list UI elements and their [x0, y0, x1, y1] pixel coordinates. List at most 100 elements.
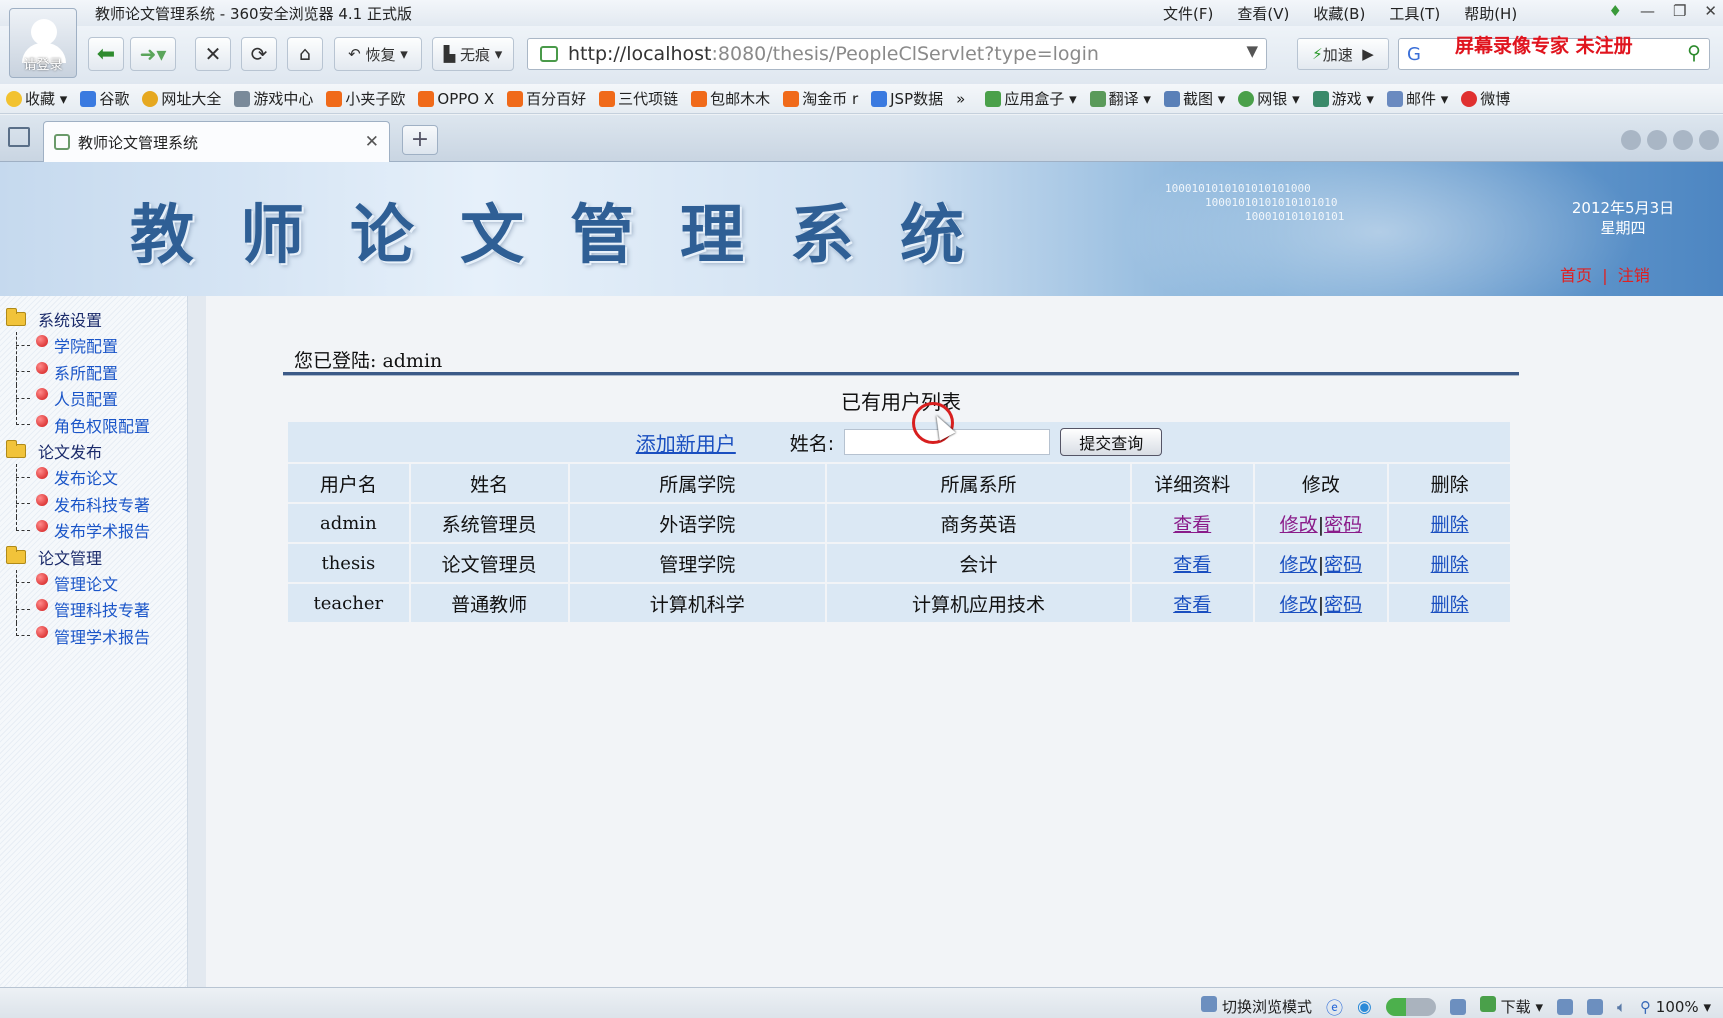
bookmark-screenshot[interactable]: 截图 ▾ — [1163, 88, 1225, 109]
nav-category-publish[interactable]: 论文发布 — [6, 438, 150, 464]
restore-button[interactable]: ↶ 恢复 ▾ — [334, 37, 422, 71]
view-link[interactable]: 查看 — [1173, 554, 1211, 576]
edit-link[interactable]: 修改 — [1280, 594, 1318, 616]
ie-icon[interactable]: ⓔ — [1326, 994, 1343, 1018]
sound-icon[interactable]: 🔈︎ — [1617, 998, 1626, 1016]
maximize-button[interactable]: ❐ — [1673, 2, 1686, 20]
nav-category-manage[interactable]: 论文管理 — [6, 544, 150, 570]
tab-close-all-icon[interactable] — [1699, 130, 1719, 150]
nav-item-publish-paper[interactable]: 发布论文 — [6, 464, 150, 491]
new-tab-button[interactable]: + — [402, 125, 438, 155]
accelerate-toggle-icon[interactable] — [1385, 997, 1436, 1016]
table-header-row: 用户名 姓名 所属学院 所属系所 详细资料 修改 删除 — [288, 464, 1510, 502]
delete-link[interactable]: 删除 — [1431, 554, 1469, 576]
bookmark-google[interactable]: 谷歌 — [80, 88, 129, 109]
cell-college: 计算机科学 — [569, 584, 826, 622]
bookmark-taobao-6[interactable]: 淘金币 r — [783, 88, 858, 109]
menu-view[interactable]: 查看(V) — [1237, 3, 1289, 24]
menu-file[interactable]: 文件(F) — [1163, 3, 1213, 24]
bookmark-favorites[interactable]: 收藏 ▾ — [6, 88, 67, 109]
delete-link[interactable]: 删除 — [1431, 514, 1469, 536]
cell-college: 外语学院 — [569, 504, 826, 542]
browse-mode-toggle[interactable]: 切换浏览模式 — [1201, 996, 1312, 1017]
nav-item-manage-report[interactable]: 管理学术报告 — [6, 622, 150, 650]
address-dropdown-icon[interactable]: ▼ — [1246, 42, 1258, 60]
avatar-head-icon — [31, 19, 57, 45]
password-link[interactable]: 密码 — [1324, 594, 1362, 616]
menu-tools[interactable]: 工具(T) — [1389, 3, 1440, 24]
bookmark-jsp[interactable]: JSP数据 — [871, 88, 943, 109]
bookmark-weibo[interactable]: 微博 — [1461, 88, 1510, 109]
bookmark-translate[interactable]: 翻译 ▾ — [1089, 88, 1151, 109]
minimize-button[interactable]: — — [1640, 2, 1655, 20]
nav-item-college-config[interactable]: 学院配置 — [6, 332, 150, 359]
nav-item-people-config[interactable]: 人员配置 — [6, 385, 150, 412]
site-banner: 1000101010101010101000 10001010101010101… — [0, 162, 1723, 296]
nav-category-system-settings[interactable]: 系统设置 — [6, 306, 150, 332]
globe-icon[interactable]: ◉ — [1357, 997, 1372, 1017]
nav-item-manage-paper[interactable]: 管理论文 — [6, 569, 150, 597]
forward-arrow-icon: ➜▾ — [139, 42, 167, 66]
refresh-button[interactable]: ⟳ — [241, 37, 277, 71]
add-user-link[interactable]: 添加新用户 — [636, 428, 736, 457]
forward-button[interactable]: ➜▾ — [130, 37, 176, 71]
grid-icon[interactable] — [1449, 998, 1466, 1015]
menu-favorites[interactable]: 收藏(B) — [1313, 3, 1365, 24]
search-icon[interactable]: ⚲ — [1687, 42, 1701, 64]
back-button[interactable]: ⬅ — [88, 37, 124, 71]
stop-button[interactable]: ✕ — [195, 37, 231, 71]
bookmark-taobao-5[interactable]: 包邮木木 — [691, 88, 770, 109]
edit-link[interactable]: 修改 — [1280, 514, 1318, 536]
download-button[interactable]: 下载 ▾ — [1479, 996, 1543, 1017]
bookmark-game[interactable]: 游戏 ▾ — [1312, 88, 1374, 109]
menu-help[interactable]: 帮助(H) — [1464, 3, 1517, 24]
bookmark-taobao-1[interactable]: 小夹子欧 — [326, 88, 405, 109]
tab-list-icon[interactable] — [1673, 130, 1693, 150]
bookmark-taobao-2[interactable]: OPPO X — [418, 90, 494, 108]
sidebar-toggle-icon[interactable] — [8, 127, 30, 147]
address-bar[interactable]: http://localhost:8080/thesis/PeopleClSer… — [527, 38, 1267, 70]
password-link[interactable]: 密码 — [1324, 514, 1362, 536]
search-row: 添加新用户 姓名: 提交查询 — [288, 422, 1510, 462]
print-icon[interactable] — [1587, 998, 1603, 1015]
mail-icon — [1386, 90, 1403, 107]
user-login-avatar[interactable]: 请登录 — [9, 8, 77, 78]
nav-item-publish-report[interactable]: 发布学术报告 — [6, 517, 150, 544]
search-engine-icon[interactable]: G — [1407, 44, 1421, 65]
bookmark-urls[interactable]: 网址大全 — [142, 88, 221, 109]
bookmark-taobao-4[interactable]: 三代项链 — [599, 88, 678, 109]
home-link[interactable]: 首页 — [1560, 266, 1592, 285]
zoom-control[interactable]: ⚲ 100% ▾ — [1640, 998, 1711, 1016]
bookmark-taobao-3[interactable]: 百分百好 — [507, 88, 586, 109]
document-icon[interactable] — [1557, 998, 1573, 1015]
logout-link[interactable]: 注销 — [1618, 266, 1650, 285]
bookmarks-more-icon[interactable]: » — [956, 90, 965, 108]
bookmark-games[interactable]: 游戏中心 — [234, 88, 313, 109]
cell-username: admin — [288, 504, 409, 542]
nav-item-publish-monograph[interactable]: 发布科技专著 — [6, 490, 150, 518]
tab-next-icon[interactable] — [1647, 130, 1667, 150]
view-link[interactable]: 查看 — [1173, 594, 1211, 616]
delete-link[interactable]: 删除 — [1431, 594, 1469, 616]
nav-item-dept-config[interactable]: 系所配置 — [6, 358, 150, 386]
tab-active[interactable]: 教师论文管理系统 ✕ — [43, 121, 390, 162]
nav-tree: 系统设置 学院配置 系所配置 人员配置 角色权限配置 论文发布 发布论文 发布科… — [6, 306, 150, 649]
tab-prev-icon[interactable] — [1621, 130, 1641, 150]
bookmark-appbox[interactable]: 应用盒子 ▾ — [985, 88, 1077, 109]
nav-item-manage-monograph[interactable]: 管理科技专著 — [6, 596, 150, 623]
tab-close-icon[interactable]: ✕ — [365, 132, 379, 152]
close-window-button[interactable]: ✕ — [1704, 2, 1717, 20]
view-link[interactable]: 查看 — [1173, 514, 1211, 536]
home-button[interactable]: ⌂ — [287, 37, 323, 71]
google-icon — [871, 90, 888, 107]
bookmark-mail[interactable]: 邮件 ▾ — [1386, 88, 1448, 109]
edit-link[interactable]: 修改 — [1280, 554, 1318, 576]
password-link[interactable]: 密码 — [1324, 554, 1362, 576]
bookmark-bank[interactable]: 网银 ▾ — [1238, 88, 1300, 109]
submit-query-button[interactable]: 提交查询 — [1060, 428, 1163, 456]
speedup-button[interactable]: ⚡ 加速 ▶ — [1297, 38, 1389, 70]
notrace-button[interactable]: ▙ 无痕 ▾ — [432, 37, 514, 71]
nav-item-role-config[interactable]: 角色权限配置 — [6, 411, 150, 439]
sidebar-scrollbar[interactable] — [188, 296, 206, 987]
skin-icon[interactable]: ♦ — [1609, 2, 1622, 20]
